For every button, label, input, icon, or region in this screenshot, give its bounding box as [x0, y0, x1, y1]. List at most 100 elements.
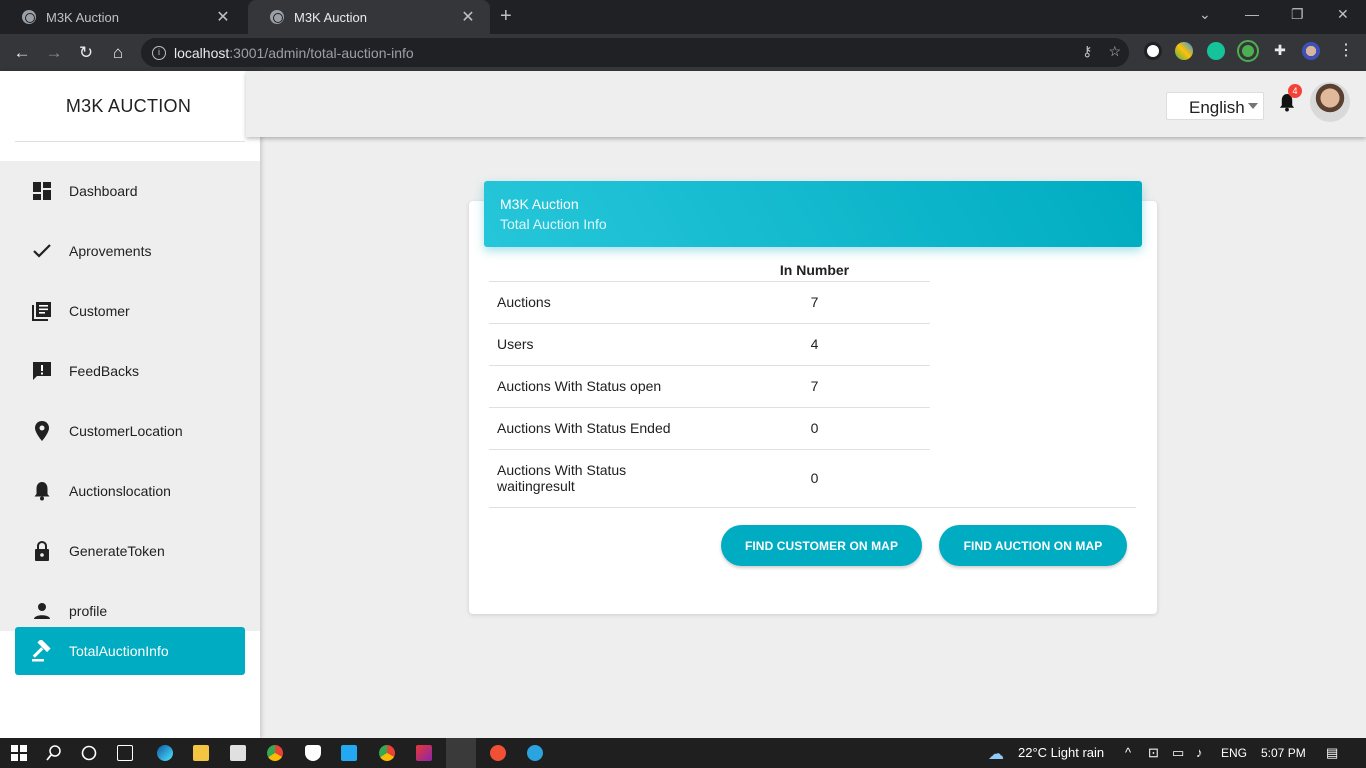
sidebar-menu: Dashboard Aprovements Customer FeedBacks… [0, 161, 260, 631]
sidebar-item-label: FeedBacks [69, 363, 140, 379]
puzzle-icon[interactable]: ✚ [1271, 42, 1289, 60]
windows-start-icon[interactable] [11, 745, 27, 761]
close-tab-icon[interactable]: ✕ [213, 7, 233, 27]
security-shield-icon[interactable] [305, 745, 321, 761]
row-value: 4 [699, 323, 930, 366]
menu-dots-icon[interactable]: ⋮ [1337, 40, 1355, 59]
git-icon[interactable] [490, 745, 506, 761]
edge-icon[interactable] [157, 745, 173, 761]
network-icon[interactable]: ⊡ [1148, 745, 1159, 761]
sidebar-item-dashboard[interactable]: Dashboard [0, 161, 260, 221]
close-window-button[interactable]: ✕ [1337, 6, 1349, 23]
reload-icon[interactable]: ↻ [70, 43, 102, 63]
card-header: M3K Auction Total Auction Info [484, 181, 1142, 247]
row-label: Auctions [489, 281, 699, 324]
brand-title[interactable]: M3K AUCTION [0, 71, 257, 141]
restore-button[interactable]: ❐ [1291, 6, 1304, 23]
show-hidden-icons-icon[interactable]: ^ [1125, 745, 1131, 760]
language-value: English [1189, 98, 1245, 117]
card-title: M3K Auction [500, 196, 579, 212]
profile-avatar-icon[interactable] [1302, 42, 1320, 60]
person-icon [32, 601, 52, 621]
app-icon[interactable] [416, 745, 432, 761]
site-info-icon[interactable]: i [152, 45, 166, 60]
sidebar-item-label: Dashboard [69, 183, 138, 199]
task-view-icon[interactable] [117, 745, 133, 761]
row-value: 7 [699, 281, 930, 324]
mail-icon[interactable] [230, 745, 246, 761]
sidebar-item-feedbacks[interactable]: FeedBacks [0, 341, 260, 401]
volume-icon[interactable]: ♪ [1196, 745, 1203, 760]
tab-title: M3K Auction [46, 9, 119, 25]
find-auction-on-map-button[interactable]: FIND AUCTION ON MAP [939, 525, 1127, 566]
notification-center-icon[interactable]: ▤ [1326, 745, 1338, 761]
chrome-icon[interactable] [379, 745, 395, 761]
browser-toolbar: ← → ↻ ⌂ i localhost:3001/admin/total-auc… [0, 34, 1366, 71]
auction-stats-table: In Number Auctions 7 Users 4 Auctions Wi… [489, 260, 930, 507]
home-icon[interactable]: ⌂ [102, 43, 134, 63]
table-header-in-number: In Number [699, 260, 930, 282]
bell-icon [32, 481, 52, 501]
search-icon[interactable] [46, 745, 62, 761]
check-icon [32, 241, 52, 261]
row-label: Auctions With Status Ended [489, 407, 699, 450]
back-icon[interactable]: ← [6, 43, 38, 63]
find-customer-on-map-button[interactable]: FIND CUSTOMER ON MAP [721, 525, 922, 566]
minimize-button[interactable]: — [1245, 6, 1259, 22]
grammarly-icon[interactable] [1207, 42, 1225, 60]
table-row: Auctions 7 [489, 281, 930, 324]
sidebar-item-generatetoken[interactable]: GenerateToken [0, 521, 260, 581]
telegram-icon[interactable] [527, 745, 543, 761]
sidebar-item-label: Aprovements [69, 243, 152, 259]
sidebar-item-label: TotalAuctionInfo [69, 643, 169, 659]
language-select[interactable]: English [1166, 92, 1264, 120]
sidebar-item-customerlocation[interactable]: CustomerLocation [0, 401, 260, 461]
cortana-icon[interactable] [81, 745, 97, 761]
address-bar[interactable]: i localhost:3001/admin/total-auction-inf… [141, 38, 1129, 67]
row-value: 0 [699, 407, 930, 450]
profile-dropdown-icon[interactable]: ⌄ [1199, 6, 1211, 23]
table-row: Auctions With Status Ended 0 [489, 407, 930, 450]
user-avatar[interactable] [1310, 82, 1350, 122]
table-divider [489, 507, 1136, 508]
lock-icon [32, 541, 52, 561]
chevron-down-icon [1248, 103, 1258, 109]
new-tab-button[interactable]: + [500, 5, 512, 28]
sidebar-item-label: Auctionslocation [69, 483, 171, 499]
vscode-icon[interactable] [341, 745, 357, 761]
sidebar-item-label: Customer [69, 303, 130, 319]
table-row: Auctions With Status waitingresult 0 [489, 449, 930, 507]
notification-badge: 4 [1288, 84, 1302, 98]
weather-text[interactable]: 22°C Light rain [1018, 745, 1104, 760]
table-header-empty [489, 260, 699, 282]
taskbar-active-app[interactable] [446, 738, 476, 768]
dashboard-icon [32, 181, 52, 201]
brand-divider [15, 141, 245, 142]
sidebar-item-label: CustomerLocation [69, 423, 183, 439]
sidebar-item-aprovements[interactable]: Aprovements [0, 221, 260, 281]
table-row: Auctions With Status open 7 [489, 365, 930, 408]
extension-icon[interactable] [1144, 42, 1162, 60]
row-label: Auctions With Status open [489, 365, 699, 408]
key-icon[interactable]: ⚷ [1082, 43, 1092, 60]
close-tab-icon[interactable]: ✕ [458, 7, 478, 27]
sidebar-item-totalauctioninfo[interactable]: TotalAuctionInfo [15, 627, 245, 675]
row-value: 7 [699, 365, 930, 408]
clock[interactable]: 5:07 PM [1261, 746, 1306, 760]
monitor-icon[interactable]: ▭ [1172, 745, 1184, 761]
weather-cloud-icon: ☁ [988, 746, 1004, 763]
browser-tab[interactable]: M3K Auction ✕ [0, 0, 245, 34]
browser-tab-active[interactable]: M3K Auction ✕ [248, 0, 490, 34]
sidebar-item-label: profile [69, 603, 108, 619]
sidebar-item-customer[interactable]: Customer [0, 281, 260, 341]
input-language[interactable]: ENG [1221, 746, 1247, 760]
forward-icon[interactable]: → [38, 43, 70, 63]
file-explorer-icon[interactable] [193, 745, 209, 761]
bookmark-star-icon[interactable]: ☆ [1108, 43, 1121, 60]
tab-title: M3K Auction [294, 9, 367, 25]
extension-icon[interactable] [1175, 42, 1193, 60]
extension-icon[interactable] [1237, 40, 1259, 62]
sidebar-item-auctionslocation[interactable]: Auctionslocation [0, 461, 260, 521]
chrome-icon[interactable] [267, 745, 283, 761]
row-value: 0 [810, 470, 819, 487]
